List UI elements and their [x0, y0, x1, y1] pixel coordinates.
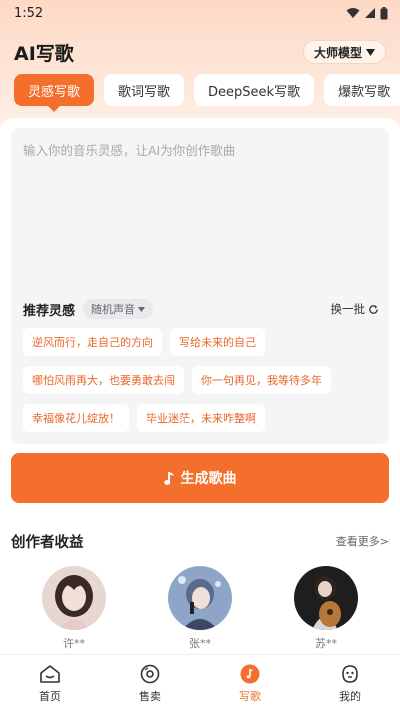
tab-deepseek[interactable]: DeepSeek写歌: [194, 74, 315, 106]
signal-icon: [365, 8, 375, 18]
random-voice-selector[interactable]: 随机声音: [83, 299, 154, 319]
app-header: AI写歌 大师模型: [0, 36, 400, 68]
creator-name: 许**: [63, 637, 85, 650]
refresh-icon: [369, 304, 378, 314]
nav-label: 首页: [39, 689, 61, 703]
nav-sell[interactable]: 售卖: [118, 664, 182, 704]
page-title: AI写歌: [14, 42, 74, 65]
caret-down-icon: [138, 306, 146, 312]
vinyl-icon: [140, 664, 160, 683]
inspiration-chip[interactable]: 毕业迷茫，未来咋整啊: [137, 404, 265, 432]
tab-label: 爆款写歌: [338, 84, 391, 100]
inspiration-input-panel[interactable]: 输入你的音乐灵感，让AI为你创作歌曲 推荐灵感 随机声音 换一批 逆风而行，走自…: [11, 128, 389, 444]
random-voice-label: 随机声音: [91, 303, 136, 316]
model-selector[interactable]: 大师模型: [302, 40, 386, 64]
home-icon: [40, 664, 60, 683]
refresh-button[interactable]: 换一批: [331, 301, 380, 317]
inspiration-input-placeholder[interactable]: 输入你的音乐灵感，让AI为你创作歌曲: [23, 140, 235, 159]
creator-name: 张**: [189, 637, 211, 650]
creator-earnings-header: 创作者收益 查看更多>: [11, 530, 389, 552]
refresh-label: 换一批: [330, 302, 366, 316]
caret-down-icon: [366, 48, 375, 56]
tab-label: 歌词写歌: [118, 84, 171, 100]
battery-icon: [380, 6, 388, 19]
creator-list: 许** 张** 苏**: [0, 566, 400, 654]
mode-tabs: 灵感写歌 歌词写歌 DeepSeek写歌 爆款写歌: [14, 74, 400, 112]
wifi-icon: [346, 8, 360, 18]
bottom-navigation: 首页 售卖 写歌 我的: [0, 654, 400, 712]
recommended-inspiration-title: 推荐灵感: [23, 303, 76, 319]
model-selector-label: 大师模型: [313, 45, 362, 60]
avatar: [168, 566, 232, 630]
tab-lyrics[interactable]: 歌词写歌: [104, 74, 185, 106]
creator-item[interactable]: 苏**: [294, 566, 358, 654]
tab-label: 灵感写歌: [28, 84, 81, 100]
inspiration-chip[interactable]: 写给未来的自己: [170, 328, 265, 356]
inspiration-chip[interactable]: 哪怕风雨再大，也要勇敢去闯: [23, 366, 184, 394]
creator-earnings-title: 创作者收益: [11, 534, 84, 551]
music-note-icon: [240, 664, 260, 683]
creator-item[interactable]: 张**: [168, 566, 232, 654]
music-note-icon: [163, 471, 174, 485]
creator-name: 苏**: [315, 637, 337, 650]
profile-face-icon: [342, 664, 358, 683]
nav-home[interactable]: 首页: [18, 664, 82, 704]
nav-profile[interactable]: 我的: [318, 664, 382, 704]
see-more-link[interactable]: 查看更多>: [336, 533, 389, 549]
tab-label: DeepSeek写歌: [208, 84, 301, 100]
status-bar: 1:52: [0, 0, 400, 26]
inspiration-chip[interactable]: 幸福像花儿绽放！: [23, 404, 129, 432]
nav-label: 我的: [339, 689, 361, 703]
avatar: [294, 566, 358, 630]
inspiration-chip[interactable]: 你一句再见，我等待多年: [192, 366, 331, 394]
status-icons: [346, 6, 388, 20]
inspiration-chip[interactable]: 逆风而行，走自己的方向: [23, 328, 162, 356]
tab-inspiration[interactable]: 灵感写歌: [14, 74, 95, 112]
nav-label: 售卖: [139, 689, 161, 703]
avatar: [42, 566, 106, 630]
nav-label: 写歌: [239, 689, 261, 703]
creator-item[interactable]: 许**: [42, 566, 106, 654]
generate-song-label: 生成歌曲: [180, 471, 237, 487]
status-time: 1:52: [14, 5, 44, 21]
inspiration-chips: 逆风而行，走自己的方向 写给未来的自己 哪怕风雨再大，也要勇敢去闯 你一句再见，…: [23, 328, 383, 432]
tab-hit-songs[interactable]: 爆款写歌: [324, 74, 400, 106]
recommended-inspiration-header: 推荐灵感 随机声音 换一批: [23, 298, 379, 320]
nav-write-song[interactable]: 写歌: [218, 664, 282, 704]
generate-song-button[interactable]: 生成歌曲: [11, 453, 389, 503]
